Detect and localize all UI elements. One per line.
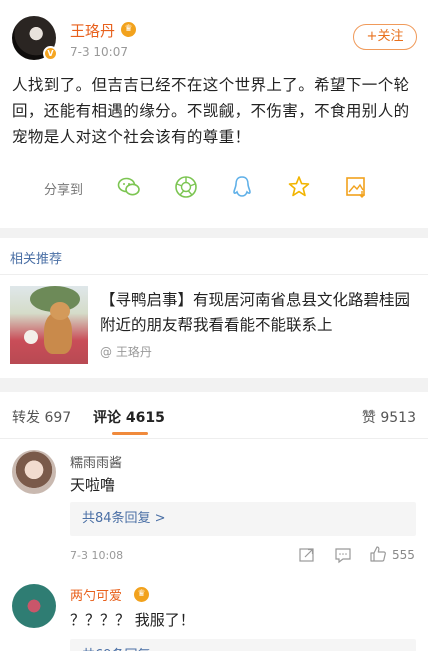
qq-icon[interactable] (229, 174, 255, 200)
commenter-avatar[interactable] (12, 450, 56, 494)
save-image-icon[interactable] (343, 174, 369, 200)
follow-button[interactable]: +关注 (353, 24, 417, 50)
post-header: V 王珞丹 ♛ 7-3 10:07 +关注 (0, 0, 428, 70)
recommend-text[interactable]: 【寻鸭启事】有现居河南省息县文化路碧桂园附近的朋友帮我看看能不能联系上 (100, 288, 418, 338)
tab-repost[interactable]: 转发 697 (12, 407, 71, 427)
divider (0, 274, 428, 275)
qzone-star-icon[interactable] (286, 174, 312, 200)
tab-comment[interactable]: 评论 4615 (93, 407, 165, 427)
repost-icon[interactable] (298, 546, 316, 564)
comment-item: 两勺可爱 ♛ ？？？？ 我服了！ 共69条回复 > (0, 575, 428, 651)
author-name[interactable]: 王珞丹 (70, 20, 115, 41)
moments-icon[interactable] (173, 174, 199, 200)
recommend-source[interactable]: @ 王珞丹 (100, 343, 152, 360)
commenter-avatar[interactable] (12, 584, 56, 628)
active-tab-indicator (112, 432, 148, 435)
replies-link[interactable]: 共69条回复 > (70, 639, 416, 651)
recommend-thumbnail[interactable] (10, 286, 88, 364)
commenter-name[interactable]: 两勺可爱 (70, 585, 122, 604)
thumbs-up-icon[interactable] (369, 545, 387, 563)
vip-crown-icon: ♛ (121, 22, 136, 37)
verified-badge-icon: V (43, 46, 58, 61)
post-time: 7-3 10:07 (70, 45, 128, 59)
share-label: 分享到 (44, 183, 84, 198)
comment-text: 天啦噜 (70, 476, 116, 494)
replies-link[interactable]: 共84条回复 > (70, 502, 416, 536)
comment-time: 7-3 10:08 (70, 549, 124, 562)
related-title: 相关推荐 (10, 252, 63, 267)
share-bar: 分享到 (0, 170, 428, 204)
section-gap (0, 228, 428, 238)
post-text: 人找到了。但吉吉已经不在这个世界上了。希望下一个轮回，还能有相遇的缘分。不觊觎，… (12, 76, 410, 146)
tab-like[interactable]: 赞 9513 (362, 407, 416, 427)
section-gap (0, 378, 428, 392)
comment-icon[interactable] (334, 546, 352, 564)
like-count: 555 (392, 548, 415, 562)
comment-text: ？？？？ 我服了！ (70, 611, 195, 629)
comment-item: 糯雨雨酱 天啦噜 共84条回复 > 7-3 10:08 555 (0, 440, 428, 575)
wechat-icon[interactable] (116, 174, 142, 200)
tabs-bar: 转发 697 评论 4615 赞 9513 (0, 395, 428, 439)
commenter-name[interactable]: 糯雨雨酱 (70, 452, 122, 471)
vip-crown-icon: ♛ (134, 587, 149, 602)
